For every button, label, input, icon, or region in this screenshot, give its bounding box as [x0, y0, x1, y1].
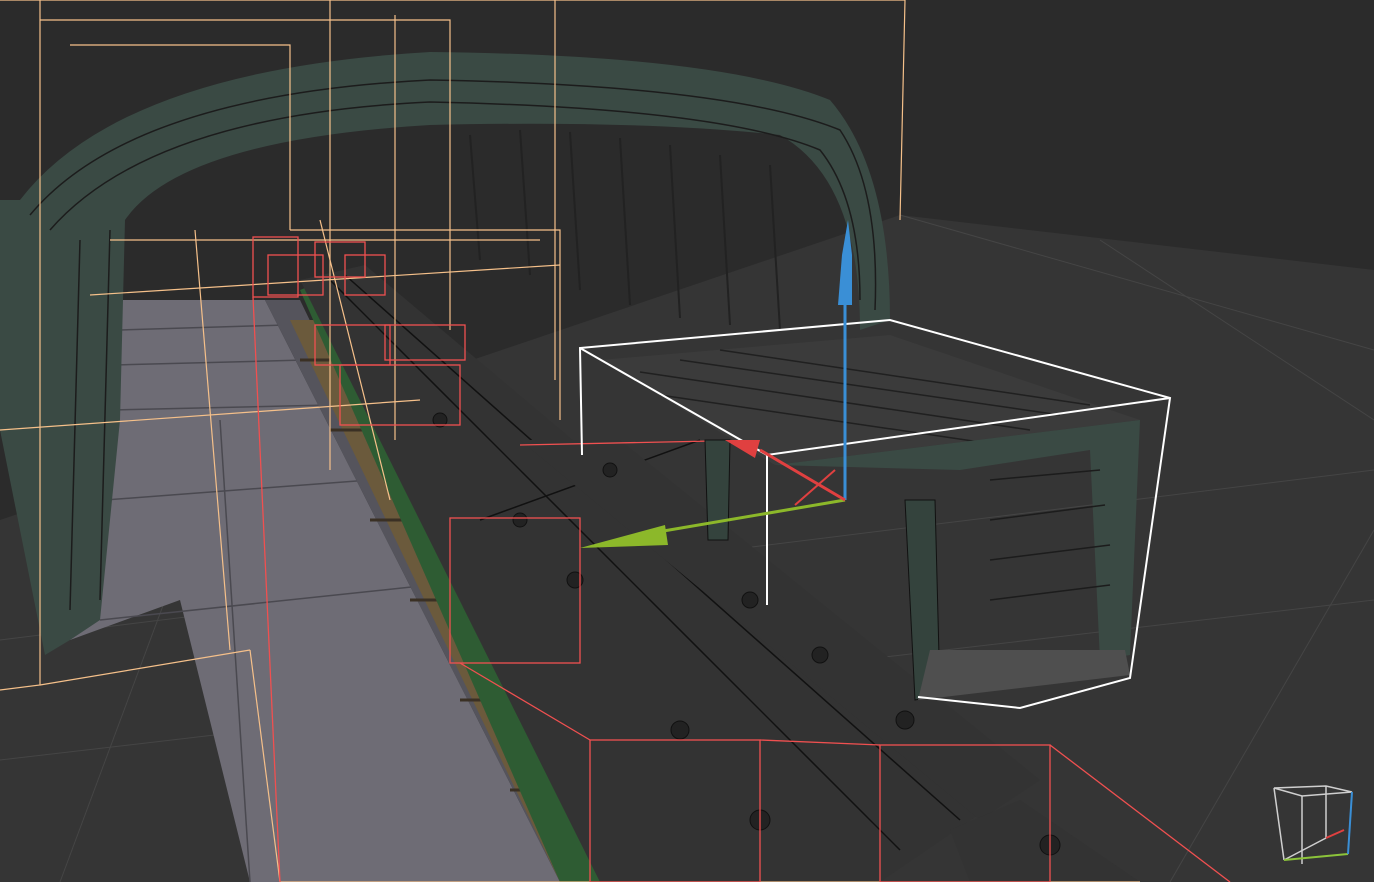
view-cube-z-edge[interactable] — [1347, 791, 1353, 855]
view-cube-x-edge[interactable] — [1325, 829, 1345, 839]
3d-viewport[interactable] — [0, 0, 1374, 882]
view-cube-navigator[interactable] — [1262, 778, 1362, 870]
scene-canvas[interactable] — [0, 0, 1374, 882]
